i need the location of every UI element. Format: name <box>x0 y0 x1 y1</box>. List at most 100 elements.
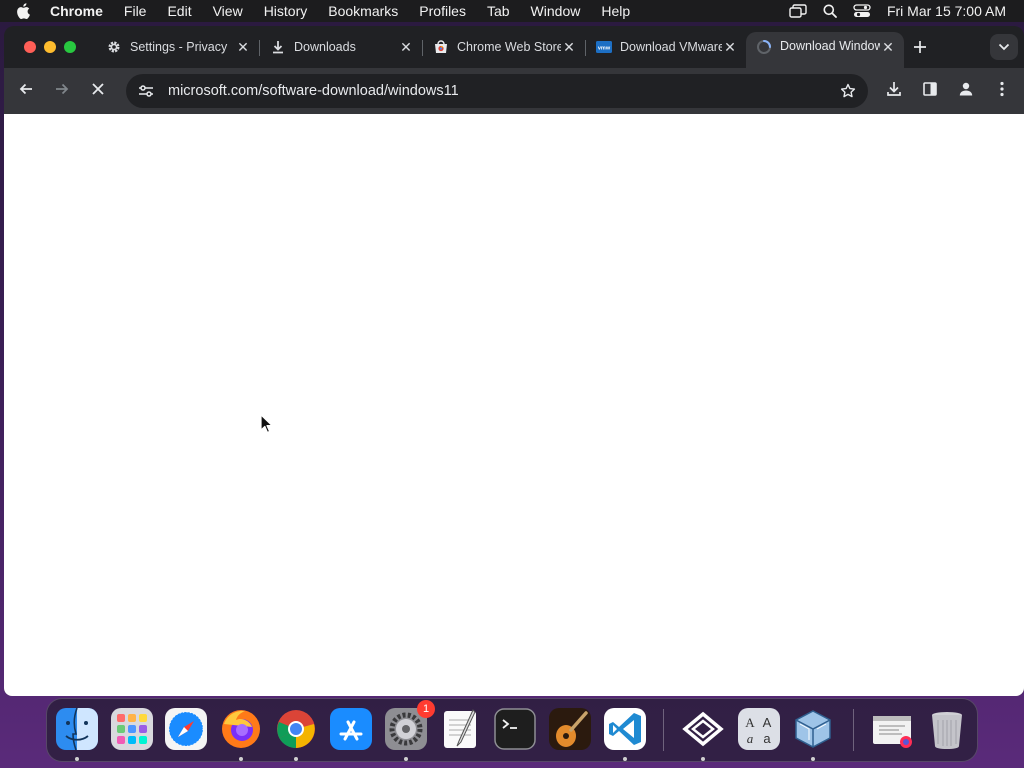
menu-edit[interactable]: Edit <box>167 3 191 19</box>
dock-virtualbox[interactable] <box>790 706 836 761</box>
tab-search-button[interactable] <box>990 34 1018 60</box>
firefox-icon <box>222 710 260 748</box>
close-tab-icon[interactable]: ✕ <box>398 39 414 55</box>
apple-menu-icon[interactable] <box>16 3 38 19</box>
tab-chrome-web-store[interactable]: Chrome Web Store ✕ <box>423 32 586 62</box>
close-tab-icon[interactable]: ✕ <box>561 39 577 55</box>
menu-tab[interactable]: Tab <box>487 3 510 19</box>
tab-settings[interactable]: Settings - Privacy ✕ <box>96 32 260 62</box>
bookmark-star-icon[interactable] <box>834 77 862 105</box>
dock-separator <box>663 709 664 751</box>
svg-text:a: a <box>763 731 771 746</box>
app-store-icon <box>330 708 372 750</box>
vmware-icon: vmw <box>596 39 612 55</box>
window-zoom-button[interactable] <box>64 41 76 53</box>
menu-bookmarks[interactable]: Bookmarks <box>328 3 398 19</box>
vscode-icon <box>604 708 646 750</box>
dock-textedit[interactable] <box>437 706 483 752</box>
close-icon <box>91 82 105 101</box>
profile-button[interactable] <box>954 79 978 103</box>
chrome-menu-button[interactable] <box>990 79 1014 103</box>
screen-mirroring-icon[interactable] <box>789 4 807 18</box>
tab-strip: Settings - Privacy ✕ Downloads ✕ Chrome … <box>4 26 1024 68</box>
svg-text:a: a <box>747 731 754 746</box>
dock-chrome[interactable] <box>273 706 319 761</box>
running-indicator <box>294 757 298 761</box>
window-close-button[interactable] <box>24 41 36 53</box>
forward-button[interactable] <box>50 79 74 103</box>
running-indicator <box>623 757 627 761</box>
dock: 1 A A a a <box>46 698 978 762</box>
launchpad-icon <box>111 708 153 750</box>
dock-garageband[interactable] <box>547 706 593 752</box>
guitar-icon <box>549 708 591 750</box>
window-minimize-button[interactable] <box>44 41 56 53</box>
menu-history[interactable]: History <box>264 3 308 19</box>
tab-title: Downloads <box>294 40 356 54</box>
dock-system-settings[interactable]: 1 <box>383 700 435 761</box>
dock-downloads-stack[interactable] <box>869 706 915 752</box>
side-panel-icon <box>922 81 938 102</box>
font-book-icon: A A a a <box>738 708 780 750</box>
tab-title: Settings - Privacy <box>130 40 228 54</box>
dock-safari[interactable] <box>163 706 209 752</box>
tab-download-vmware[interactable]: vmw Download VMware ✕ <box>586 32 746 62</box>
spotlight-search-icon[interactable] <box>823 4 837 18</box>
menu-help[interactable]: Help <box>601 3 630 19</box>
new-tab-button[interactable] <box>910 37 930 57</box>
download-icon <box>886 81 902 102</box>
menu-file[interactable]: File <box>124 3 147 19</box>
more-vertical-icon <box>1000 81 1004 102</box>
chrome-icon <box>277 710 315 749</box>
side-panel-button[interactable] <box>918 79 942 103</box>
downloads-stack-icon <box>873 716 912 748</box>
running-indicator <box>811 757 815 761</box>
running-indicator <box>701 757 705 761</box>
loading-spinner-icon <box>756 39 772 55</box>
downloads-button[interactable] <box>882 79 906 103</box>
tab-download-windows[interactable]: Download Windows ✕ <box>746 32 904 68</box>
dock-finder[interactable] <box>54 706 100 761</box>
tab-title: Download VMware <box>620 40 722 54</box>
dock-launchpad[interactable] <box>109 706 155 752</box>
person-icon <box>958 81 974 102</box>
finder-icon <box>56 708 98 750</box>
dock-parallels[interactable] <box>680 706 726 761</box>
tab-title: Download Windows <box>780 39 880 53</box>
page-content[interactable] <box>4 114 1024 696</box>
address-bar[interactable]: microsoft.com/software-download/windows1… <box>126 74 868 108</box>
mouse-pointer-icon <box>260 414 274 439</box>
running-indicator <box>75 757 79 761</box>
tab-downloads[interactable]: Downloads ✕ <box>260 32 423 62</box>
url-text[interactable]: microsoft.com/software-download/windows1… <box>168 83 834 99</box>
menu-profiles[interactable]: Profiles <box>419 3 466 19</box>
download-icon <box>270 39 286 55</box>
browser-toolbar: microsoft.com/software-download/windows1… <box>4 68 1024 114</box>
menu-view[interactable]: View <box>213 3 243 19</box>
parallels-icon <box>682 711 724 747</box>
control-center-icon[interactable] <box>853 4 871 18</box>
window-controls <box>24 41 84 53</box>
web-store-icon <box>433 39 449 55</box>
dock-font-book[interactable]: A A a a <box>736 706 782 752</box>
close-tab-icon[interactable]: ✕ <box>722 39 738 55</box>
menu-window[interactable]: Window <box>531 3 581 19</box>
menubar-clock[interactable]: Fri Mar 15 7:00 AM <box>887 3 1006 19</box>
close-tab-icon[interactable]: ✕ <box>235 39 251 55</box>
textedit-icon <box>444 709 476 748</box>
tab-title: Chrome Web Store <box>457 40 561 54</box>
back-button[interactable] <box>14 79 38 103</box>
menu-app-name[interactable]: Chrome <box>50 3 103 19</box>
virtualbox-icon <box>795 710 831 748</box>
dock-vscode[interactable] <box>602 706 648 761</box>
site-info-icon[interactable] <box>130 77 162 105</box>
close-tab-icon[interactable]: ✕ <box>880 39 896 55</box>
menu-bar: Chrome File Edit View History Bookmarks … <box>0 0 1024 22</box>
dock-firefox[interactable] <box>218 706 264 761</box>
dock-terminal[interactable] <box>492 706 538 752</box>
browser-window: Settings - Privacy ✕ Downloads ✕ Chrome … <box>4 26 1024 696</box>
dock-trash[interactable] <box>924 706 970 752</box>
stop-loading-button[interactable] <box>86 79 110 103</box>
dock-separator <box>853 709 854 751</box>
dock-app-store[interactable] <box>328 706 374 752</box>
